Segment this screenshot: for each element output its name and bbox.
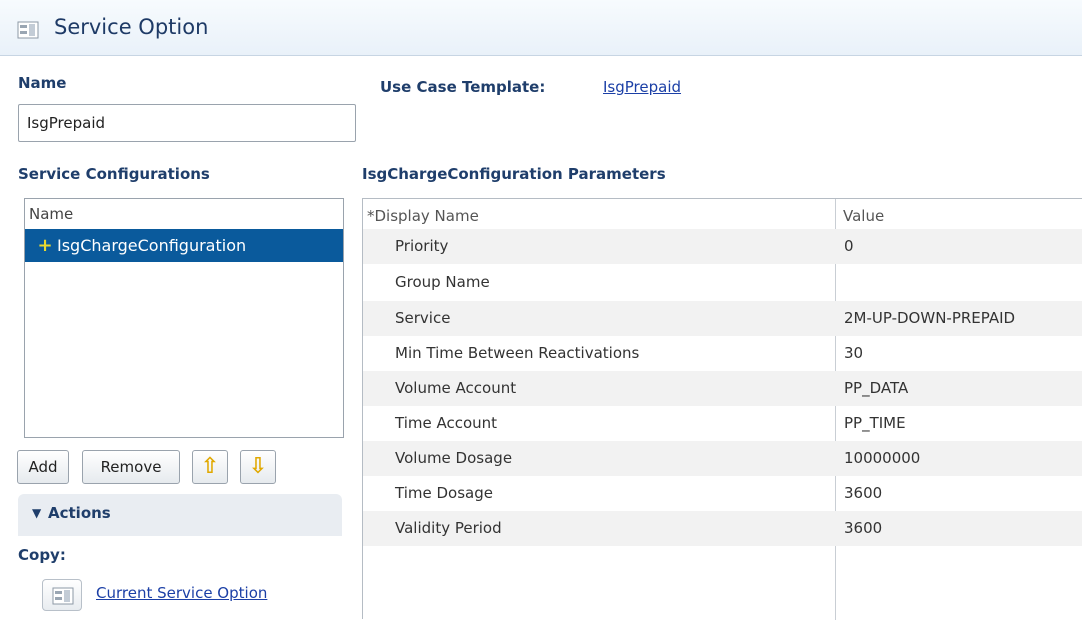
- table-row[interactable]: Time Account PP_TIME: [363, 406, 1082, 441]
- current-service-option-link[interactable]: Current Service Option: [96, 584, 267, 602]
- list-column-header: Name: [29, 205, 74, 223]
- move-down-button[interactable]: ⇩: [240, 450, 276, 484]
- remove-button[interactable]: Remove: [82, 450, 180, 484]
- caret-down-icon: ▼: [32, 506, 42, 520]
- parameter-value[interactable]: PP_DATA: [844, 371, 908, 406]
- move-up-button[interactable]: ⇧: [192, 450, 228, 484]
- table-row[interactable]: Time Dosage 3600: [363, 476, 1082, 511]
- table-row[interactable]: Group Name: [363, 265, 1082, 300]
- plus-icon: +: [37, 235, 53, 256]
- parameter-value[interactable]: 10000000: [844, 441, 920, 476]
- parameter-name: Time Dosage: [395, 484, 493, 502]
- service-configurations-label: Service Configurations: [18, 165, 210, 183]
- parameter-name: Min Time Between Reactivations: [395, 344, 640, 362]
- arrow-up-icon: ⇧: [200, 454, 220, 479]
- page-header: Service Option: [0, 0, 1082, 56]
- service-option-icon: [52, 587, 74, 605]
- add-button[interactable]: Add: [17, 450, 69, 484]
- parameter-value[interactable]: 30: [844, 336, 863, 371]
- use-case-label: Use Case Template:: [380, 78, 546, 96]
- name-label: Name: [18, 74, 67, 92]
- copy-service-option-icon-button[interactable]: [42, 579, 82, 611]
- parameter-name: Time Account: [395, 414, 498, 432]
- table-row[interactable]: Priority 0: [363, 229, 1082, 264]
- parameter-name: Group Name: [395, 273, 490, 291]
- list-item-label: IsgChargeConfiguration: [57, 236, 247, 255]
- name-input[interactable]: [18, 104, 356, 142]
- table-row[interactable]: Validity Period 3600: [363, 511, 1082, 546]
- arrow-down-icon: ⇩: [248, 454, 268, 479]
- parameter-name: Volume Account: [395, 379, 517, 397]
- parameters-table: *Display Name Value Priority 0 Group Nam…: [362, 198, 1082, 620]
- parameter-name: Volume Dosage: [395, 449, 513, 467]
- list-item-isg-charge-configuration[interactable]: + IsgChargeConfiguration: [25, 229, 343, 262]
- parameter-name: Validity Period: [395, 519, 502, 537]
- parameter-value[interactable]: PP_TIME: [844, 406, 906, 441]
- parameter-value[interactable]: 3600: [844, 476, 882, 511]
- parameters-title: IsgChargeConfiguration Parameters: [362, 165, 666, 183]
- table-row[interactable]: Volume Account PP_DATA: [363, 371, 1082, 406]
- copy-label: Copy:: [18, 546, 66, 564]
- service-option-icon: [17, 21, 39, 39]
- parameter-value[interactable]: 0: [844, 229, 854, 264]
- parameter-value[interactable]: 2M-UP-DOWN-PREPAID: [844, 301, 1015, 336]
- use-case-template-link[interactable]: IsgPrepaid: [603, 78, 681, 96]
- table-row[interactable]: Min Time Between Reactivations 30: [363, 336, 1082, 371]
- page-title: Service Option: [54, 15, 209, 39]
- parameter-name: Priority: [395, 237, 449, 255]
- parameter-value[interactable]: 3600: [844, 511, 882, 546]
- table-row[interactable]: Service 2M-UP-DOWN-PREPAID: [363, 301, 1082, 336]
- actions-label: Actions: [48, 504, 111, 522]
- service-configurations-list[interactable]: Name + IsgChargeConfiguration: [24, 198, 344, 438]
- table-row[interactable]: Volume Dosage 10000000: [363, 441, 1082, 476]
- parameter-name: Service: [395, 309, 451, 327]
- actions-section-header[interactable]: ▼ Actions: [18, 494, 342, 536]
